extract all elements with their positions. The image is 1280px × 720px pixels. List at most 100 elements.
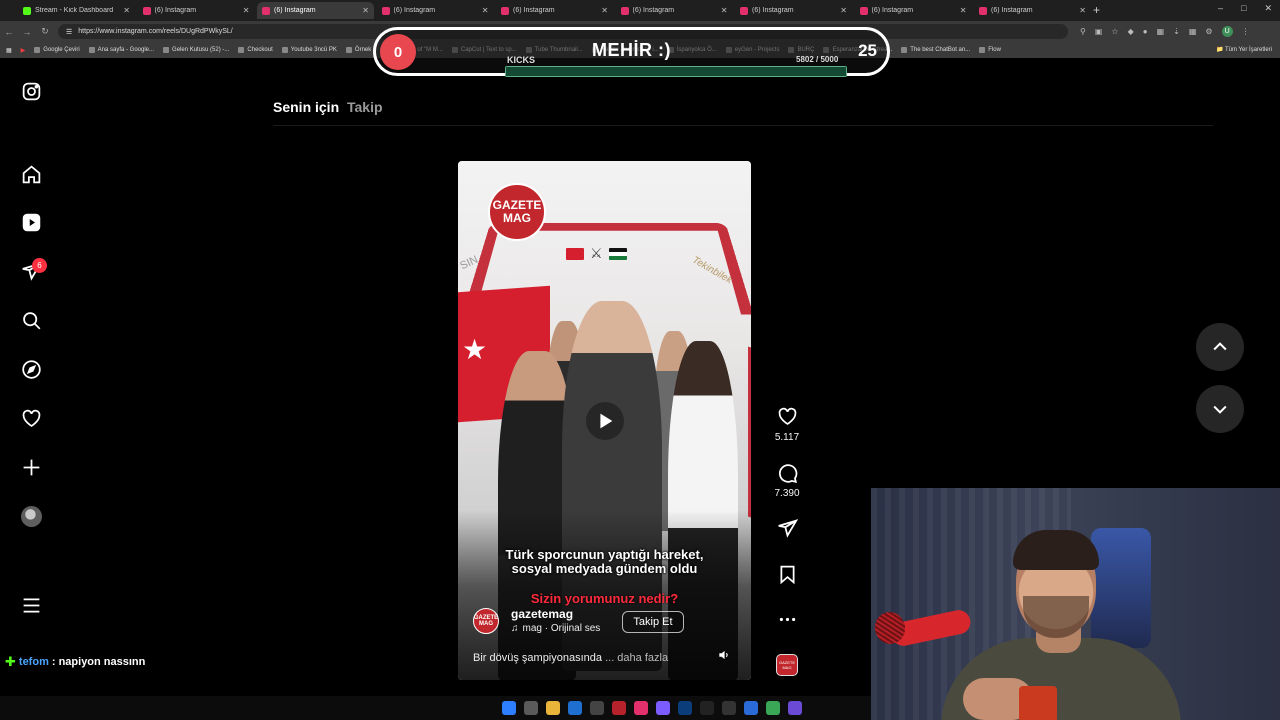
task-view-icon[interactable]: [524, 701, 538, 715]
bookmark-label: Gelen Kutusu (52) -...: [172, 47, 230, 53]
file-explorer-icon[interactable]: [546, 701, 560, 715]
reel-video[interactable]: SIN Tekinbilek ⚔ ★ GAZETE MAG Türk sporc…: [458, 161, 751, 680]
maximize-icon[interactable]: □: [1241, 3, 1246, 14]
tab-close-icon[interactable]: ✕: [362, 6, 369, 15]
capcut-icon[interactable]: [722, 701, 736, 715]
new-tab-button[interactable]: +: [1093, 3, 1100, 17]
author-username[interactable]: gazetemag: [511, 607, 573, 621]
author-avatar[interactable]: GAZETE MAG: [473, 608, 499, 634]
tab-favicon-icon: [262, 6, 270, 15]
app-icon[interactable]: [744, 701, 758, 715]
explore-icon[interactable]: [20, 358, 42, 380]
tab-favicon-icon: [859, 6, 868, 15]
tab-close-icon[interactable]: ✕: [243, 6, 250, 15]
original-audio-thumbnail[interactable]: GAZETE MAG: [776, 654, 798, 676]
app-icon[interactable]: [788, 701, 802, 715]
sidepanel-icon[interactable]: ▦: [1189, 27, 1197, 36]
browser-tab[interactable]: (6) Instagram ✕: [377, 2, 494, 19]
tab-for-you[interactable]: Senin için: [273, 99, 339, 115]
close-window-icon[interactable]: ✕: [1264, 3, 1272, 14]
bookmark-item[interactable]: Flow: [979, 47, 1001, 53]
app-icon[interactable]: [612, 701, 626, 715]
next-reel-button[interactable]: [1196, 385, 1244, 433]
browser-tab[interactable]: Stream - Kick Dashboard ✕: [18, 2, 135, 19]
search-icon[interactable]: [20, 309, 42, 331]
cast-icon[interactable]: ▣: [1095, 27, 1103, 36]
windows-taskbar: [0, 696, 871, 720]
tab-close-icon[interactable]: ✕: [840, 6, 847, 15]
more-menu-icon[interactable]: [20, 594, 42, 616]
browser-tab[interactable]: (6) Instagram ✕: [257, 2, 374, 19]
forward-icon[interactable]: →: [18, 27, 36, 37]
comment-icon[interactable]: [776, 462, 798, 484]
follow-button[interactable]: Takip Et: [622, 611, 684, 633]
play-icon[interactable]: [586, 402, 624, 440]
tab-close-icon[interactable]: ✕: [1079, 6, 1086, 15]
profile-avatar[interactable]: [21, 506, 42, 527]
extension-icon[interactable]: ●: [1143, 27, 1148, 36]
tab-close-icon[interactable]: ✕: [960, 6, 967, 15]
chrome-icon[interactable]: [766, 701, 780, 715]
instagram-taskbar-icon[interactable]: [634, 701, 648, 715]
bookmark-item[interactable]: Örnek: [345, 47, 371, 53]
more-options-icon[interactable]: [776, 608, 798, 630]
like-heart-icon[interactable]: [776, 405, 798, 427]
create-plus-icon[interactable]: [20, 456, 42, 478]
volume-icon[interactable]: [716, 647, 732, 663]
tab-following[interactable]: Takip: [347, 99, 383, 115]
instagram-logo-icon[interactable]: [20, 80, 42, 102]
photoshop-icon[interactable]: [678, 701, 692, 715]
tab-title: (6) Instagram: [393, 7, 436, 14]
extension-icon[interactable]: ◆: [1128, 27, 1134, 36]
settings-icon[interactable]: ⚙: [1205, 27, 1212, 36]
reels-icon[interactable]: [20, 211, 42, 233]
start-icon[interactable]: [502, 701, 516, 715]
bookmark-favicon-icon: [34, 47, 41, 53]
browser-tab[interactable]: (6) Instagram ✕: [616, 2, 733, 19]
app-icon[interactable]: [568, 701, 582, 715]
site-info-icon[interactable]: ☰: [66, 28, 72, 36]
bookmark-star-icon[interactable]: ☆: [1111, 27, 1118, 36]
download-icon[interactable]: ⇣: [1173, 27, 1180, 36]
tab-close-icon[interactable]: ✕: [482, 6, 489, 15]
bookmark-item[interactable]: Google Çeviri: [34, 47, 80, 53]
apps-icon[interactable]: ▦: [6, 47, 12, 54]
youtube-bookmark-icon[interactable]: ▶: [21, 47, 26, 54]
bookmark-item[interactable]: Youtube 3ncü PK: [281, 47, 337, 53]
more-link[interactable]: ... daha fazla: [605, 652, 668, 664]
browser-tab[interactable]: (6) Instagram ✕: [138, 2, 255, 19]
app-icon[interactable]: [590, 701, 604, 715]
profile-avatar[interactable]: U: [1221, 26, 1233, 37]
menu-icon[interactable]: ⋮: [1242, 27, 1250, 36]
tab-close-icon[interactable]: ✕: [123, 6, 130, 15]
tab-close-icon[interactable]: ✕: [721, 6, 728, 15]
back-icon[interactable]: ←: [0, 27, 18, 37]
save-bookmark-icon[interactable]: [776, 563, 798, 585]
tiktok-icon[interactable]: [700, 701, 714, 715]
bookmark-favicon-icon: [979, 47, 986, 53]
home-icon[interactable]: [20, 163, 42, 185]
audio-info[interactable]: ♫ mag · Orijinal ses: [511, 623, 600, 634]
bookmark-item[interactable]: Checkout: [238, 47, 273, 53]
app-icon[interactable]: [656, 701, 670, 715]
gaming-chair: [1091, 528, 1151, 648]
notifications-heart-icon[interactable]: [20, 407, 42, 429]
tab-close-icon[interactable]: ✕: [601, 6, 608, 15]
browser-tab[interactable]: (6) Instagram ✕: [496, 2, 613, 19]
bookmark-item[interactable]: Gelen Kutusu (52) -...: [163, 47, 229, 53]
reload-icon[interactable]: ↻: [36, 26, 54, 37]
all-bookmarks[interactable]: 📁 Tüm Yer İşaretleri: [1216, 46, 1272, 53]
browser-tab[interactable]: (6) Instagram ✕: [974, 2, 1091, 19]
bookmark-item[interactable]: Ana sayfa - Google...: [88, 47, 154, 53]
tab-favicon-icon: [979, 6, 987, 15]
reel-description[interactable]: Bir dövüş şampiyonasında ... daha fazla: [473, 652, 668, 664]
browser-tab[interactable]: (6) Instagram ✕: [855, 2, 972, 19]
feed-divider: [273, 125, 1213, 126]
extensions-puzzle-icon[interactable]: ▦: [1157, 27, 1165, 36]
zoom-icon[interactable]: ⚲: [1080, 27, 1086, 36]
minimize-icon[interactable]: –: [1218, 3, 1223, 14]
share-icon[interactable]: [776, 517, 798, 539]
browser-tab[interactable]: (6) Instagram ✕: [735, 2, 852, 19]
bookmark-item[interactable]: The best ChatBot an...: [901, 47, 970, 53]
previous-reel-button[interactable]: [1196, 323, 1244, 371]
